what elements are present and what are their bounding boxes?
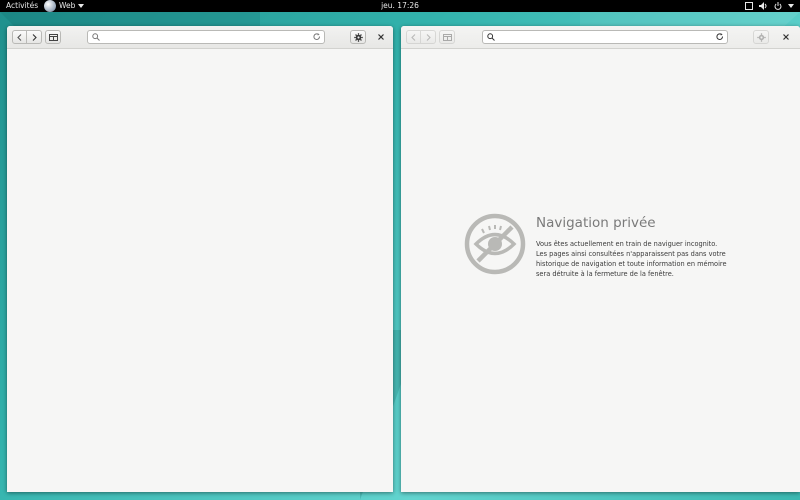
close-icon [378,34,384,40]
header-bar [7,26,393,49]
browser-window-left [7,26,393,492]
search-icon [487,33,495,41]
browser-window-right: Navigation privée Vous êtes actuellement… [401,26,800,492]
close-button[interactable] [779,30,793,44]
window-icon[interactable] [745,2,753,10]
chevron-left-icon [411,33,416,41]
private-browsing-description: Vous êtes actuellement en train de navig… [536,240,727,278]
volume-icon[interactable] [759,2,768,10]
web-view[interactable]: Navigation privée Vous êtes actuellement… [401,49,800,492]
back-button[interactable] [406,30,421,44]
gear-icon [756,32,766,42]
forward-button[interactable] [421,30,436,44]
url-input[interactable] [103,31,308,43]
close-icon [783,34,789,40]
nav-buttons [12,30,42,44]
close-button[interactable] [374,30,388,44]
url-input[interactable] [498,31,711,43]
private-browsing-text: Navigation privée Vous êtes actuellement… [536,213,728,279]
chevron-left-icon [17,33,22,41]
system-tray[interactable] [745,0,794,12]
reload-icon[interactable] [313,33,321,41]
top-bar: Activités Web jeu. 17:26 [0,0,800,12]
chevron-right-icon [426,33,431,41]
clock[interactable]: jeu. 17:26 [0,0,800,12]
settings-button[interactable] [753,30,769,44]
url-bar[interactable] [87,30,325,44]
private-browsing-title: Navigation privée [536,215,656,231]
forward-button[interactable] [27,30,42,44]
eye-crossed-icon [464,213,526,275]
back-button[interactable] [12,30,27,44]
bookmarks-button[interactable] [45,30,61,44]
header-bar [401,26,800,49]
chevron-down-icon [788,4,794,8]
private-browsing-notice: Navigation privée Vous êtes actuellement… [464,213,728,279]
gear-icon [353,32,363,42]
settings-button[interactable] [350,30,366,44]
web-view[interactable] [7,49,393,492]
bookmarks-button[interactable] [439,30,455,44]
search-icon [92,33,100,41]
bookmarks-icon [48,33,58,41]
chevron-right-icon [32,33,37,41]
reload-icon[interactable] [716,33,724,41]
power-icon[interactable] [774,2,782,10]
url-bar[interactable] [482,30,728,44]
bookmarks-icon [442,33,452,41]
nav-buttons [406,30,436,44]
